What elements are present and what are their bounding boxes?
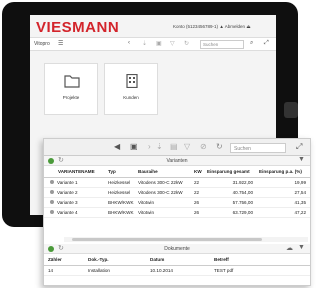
- account-info: Konto (5123456789-1) ▲ Abmelden ⏏: [173, 24, 251, 30]
- cell: 10.10.2014: [148, 265, 212, 276]
- app-window: ◀ ▣ › ⇣ ▤ ▽ ⊘ ↻ Suchen ⤢ ↻ Varianten ▼ V…: [43, 138, 311, 286]
- save-disabled-icon[interactable]: ▤: [170, 142, 178, 151]
- col-kw[interactable]: KW: [192, 167, 205, 178]
- forward-icon[interactable]: ›: [148, 142, 151, 151]
- app-toolbar: ◀ ▣ › ⇣ ▤ ▽ ⊘ ↻ Suchen ⤢: [44, 139, 310, 156]
- col-datum[interactable]: Datum: [148, 255, 212, 266]
- col-zaehler[interactable]: Zähler: [44, 255, 86, 266]
- scrollbar-thumb[interactable]: [72, 238, 262, 241]
- tile-kunden-label: Kunden: [123, 95, 139, 100]
- row-radio[interactable]: [50, 179, 54, 184]
- back-icon[interactable]: ‹: [128, 40, 130, 46]
- download-icon[interactable]: ⇣: [142, 40, 147, 47]
- table-row[interactable]: Variante 1 Heizkessel Vitodens 300-C 22k…: [44, 177, 310, 188]
- tablet-toolbar: Vitopro ☰ ‹ ⇣ ▣ ▽ ↻ Suchen ⌕ ⤢: [30, 37, 276, 51]
- cell: Heizkessel: [106, 187, 136, 198]
- app-menu[interactable]: Vitopro: [34, 41, 50, 47]
- save-icon[interactable]: ▣: [130, 142, 138, 151]
- col-einsparung-gesamt[interactable]: Einsparung gesamt: [205, 167, 257, 178]
- cell: 26: [192, 207, 205, 218]
- cell: Vitotwin: [136, 207, 192, 218]
- back-icon[interactable]: ◀: [114, 142, 120, 151]
- refresh-icon[interactable]: ↻: [216, 142, 223, 151]
- variants-header: ↻ Varianten ▼: [44, 156, 310, 166]
- settings-icon[interactable]: ⊘: [200, 142, 207, 151]
- cell: 40.754,00: [205, 187, 257, 198]
- cell: 19,99: [257, 177, 310, 188]
- cell: 22: [192, 177, 205, 188]
- brand-logo: VIESMANN: [36, 19, 120, 36]
- documents-title: Dokumente: [164, 246, 190, 252]
- menu-icon[interactable]: ☰: [58, 40, 63, 47]
- col-bauraihe[interactable]: Bauraihe: [136, 167, 192, 178]
- cell: Vitodens 300-C 22kW: [136, 187, 192, 198]
- expand-icon[interactable]: ⤢: [264, 40, 269, 47]
- cell: Variante 2: [57, 189, 78, 195]
- col-typ[interactable]: Typ: [106, 167, 136, 178]
- cell: 41,35: [257, 197, 310, 208]
- filter-icon[interactable]: ▼: [298, 244, 305, 251]
- table-row[interactable]: Variante 4 BHKW/KWK Vitotwin 26 63.729,0…: [44, 207, 310, 218]
- cell: 22: [192, 187, 205, 198]
- table-row[interactable]: Variante 2 Heizkessel Vitodens 300-C 22k…: [44, 187, 310, 198]
- cell: Variante 4: [57, 209, 78, 215]
- folder-icon: [64, 75, 80, 88]
- search-icon[interactable]: ⌕: [250, 40, 253, 47]
- filter-icon[interactable]: ▽: [170, 40, 175, 47]
- variants-title: Varianten: [166, 158, 188, 164]
- cell: TEST pdf: [212, 265, 310, 276]
- cell: 26: [192, 197, 205, 208]
- cell: Vitodens 300-C 22kW: [136, 177, 192, 188]
- upload-icon[interactable]: ☁: [286, 244, 293, 252]
- cell: 57.756,00: [205, 197, 257, 208]
- logout-icon[interactable]: ⏏: [246, 24, 250, 29]
- cell: BHKW/KWK: [106, 197, 136, 208]
- cell: Installation: [86, 265, 148, 276]
- filter-icon[interactable]: ▽: [184, 142, 190, 151]
- cell: Vitotwin: [136, 197, 192, 208]
- horizontal-scrollbar[interactable]: [64, 237, 308, 242]
- cell: 63.729,00: [205, 207, 257, 218]
- row-radio[interactable]: [50, 209, 54, 214]
- cell: 47,22: [257, 207, 310, 218]
- building-icon: [126, 74, 138, 88]
- col-einsparung-pa[interactable]: Einsparung p.a. (%): [257, 167, 310, 178]
- search-input[interactable]: Suchen: [200, 40, 244, 49]
- download-icon[interactable]: ⇣: [156, 142, 163, 151]
- tile-projekte[interactable]: Projekte: [44, 63, 98, 115]
- cell: BHKW/KWK: [106, 207, 136, 218]
- table-header: VARIANTENAME Typ Bauraihe KW Einsparung …: [44, 167, 310, 178]
- documents-table: Zähler Dok.-Typ. Datum Betreff 14 Instal…: [44, 255, 310, 276]
- tile-kunden[interactable]: Kunden: [104, 63, 158, 115]
- account-line: Konto (5123456789-1): [173, 24, 219, 29]
- table-row[interactable]: Variante 3 BHKW/KWK Vitotwin 26 57.756,0…: [44, 197, 310, 208]
- logout-link[interactable]: Abmelden: [225, 24, 245, 29]
- col-dok-typ[interactable]: Dok.-Typ.: [86, 255, 148, 266]
- documents-header: ↻ Dokumente ☁ ▼: [44, 244, 310, 254]
- refresh-icon[interactable]: ↻: [184, 40, 189, 47]
- cell: Variante 1: [57, 179, 78, 185]
- search-input[interactable]: Suchen: [230, 143, 286, 153]
- cell: 31.922,00: [205, 177, 257, 188]
- row-radio[interactable]: [50, 199, 54, 204]
- expand-icon[interactable]: ⤢: [296, 142, 302, 152]
- table-row[interactable]: 14 Installation 10.10.2014 TEST pdf: [44, 265, 310, 276]
- save-icon[interactable]: ▣: [156, 40, 162, 47]
- cell: Variante 3: [57, 199, 78, 205]
- col-betreff[interactable]: Betreff: [212, 255, 310, 266]
- cell: 14: [44, 265, 86, 276]
- cell: 27,54: [257, 187, 310, 198]
- col-variantename[interactable]: VARIANTENAME: [44, 167, 106, 178]
- tile-projekte-label: Projekte: [62, 95, 80, 100]
- cell: Heizkessel: [106, 177, 136, 188]
- tablet-home-button: [284, 102, 298, 118]
- table-header: Zähler Dok.-Typ. Datum Betreff: [44, 255, 310, 266]
- row-radio[interactable]: [50, 189, 54, 194]
- variants-table: VARIANTENAME Typ Bauraihe KW Einsparung …: [44, 167, 310, 218]
- filter-icon[interactable]: ▼: [298, 156, 305, 163]
